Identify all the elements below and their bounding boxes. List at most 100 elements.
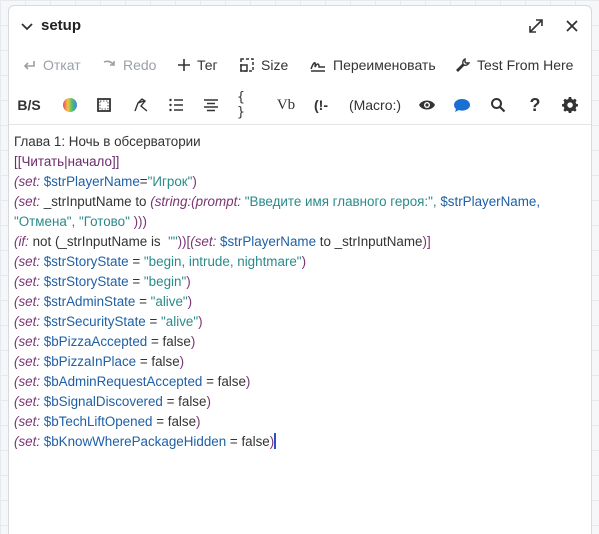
- expand-icon[interactable]: [527, 17, 545, 35]
- macro-name: (set:: [14, 434, 41, 449]
- find-replace-view-button[interactable]: [415, 92, 439, 118]
- border-icon: [97, 98, 111, 112]
- variable-name: $bPizzaAccepted: [43, 334, 148, 349]
- tag-label: Тег: [197, 57, 218, 73]
- gear-icon: [561, 96, 578, 113]
- variable-name: $bKnowWherePackageHidden: [43, 434, 227, 449]
- eye-icon: [419, 100, 435, 110]
- macro-close: ): [206, 394, 211, 409]
- close-icon[interactable]: [564, 18, 580, 34]
- macro-name: (if:: [14, 234, 29, 249]
- variable-name: $strStoryState: [43, 254, 129, 269]
- macro-close: ): [187, 294, 193, 309]
- string-literal: "alive": [161, 314, 199, 329]
- test-from-here-button[interactable]: Test From Here: [455, 50, 573, 80]
- dialog-titlebar: setup: [9, 6, 591, 46]
- help-button[interactable]: ?: [524, 92, 546, 118]
- code-text: _strInputName to: [43, 194, 147, 209]
- macro-name: (set:: [14, 394, 41, 409]
- macro-close: ): [190, 334, 196, 349]
- bold-strike-button[interactable]: B/S: [17, 92, 40, 118]
- editor-line: (set: $bPizzaInPlace = false): [14, 352, 585, 372]
- editor-line: (set: $bSignalDiscovered = false): [14, 392, 585, 412]
- passage-editor-dialog: setup Откат Redo Тег Size Переименовать: [8, 5, 592, 534]
- search-icon: [491, 98, 506, 113]
- size-button[interactable]: Size: [239, 50, 288, 80]
- passage-toolbar: Откат Redo Тег Size Переименовать Test F…: [9, 50, 591, 80]
- list-icon: [169, 98, 183, 112]
- operator: =: [139, 294, 147, 309]
- code-text: = false: [206, 374, 246, 389]
- comment-button[interactable]: [450, 92, 474, 118]
- variable-name: $strPlayerName,: [440, 194, 541, 209]
- macro-close: ): [196, 414, 201, 429]
- variable-name: $strSecurityState: [43, 314, 146, 329]
- editor-line: (set: $strAdminState = "alive"): [14, 292, 585, 312]
- macro-button[interactable]: (Macro:): [344, 92, 406, 118]
- editor-line: (set: $bKnowWherePackageHidden = false): [14, 432, 585, 452]
- macro-close: ): [186, 274, 191, 289]
- settings-button[interactable]: [558, 92, 582, 118]
- editor-line: (set: $strStoryState = "begin, intrude, …: [14, 252, 585, 272]
- list-button[interactable]: [165, 92, 187, 118]
- code-text: = false: [151, 334, 191, 349]
- chevron-down-icon[interactable]: [19, 18, 35, 34]
- string-literal: "Игрок": [147, 174, 193, 189]
- passage-text-editor[interactable]: Глава 1: Ночь в обсерватории [[Читать|на…: [14, 132, 585, 452]
- plus-icon: [178, 59, 190, 71]
- macro-name: (string:: [150, 194, 192, 209]
- macro-name: (set:: [190, 234, 217, 249]
- verbatim-button[interactable]: Vb: [274, 92, 298, 118]
- formatting-toolbar: B/S { } Vb (!- (Macro:) ?: [9, 90, 591, 120]
- string-literal: "begin": [143, 274, 187, 289]
- string-literal: "begin, intrude, nightmare": [143, 254, 302, 269]
- operator: =: [132, 254, 141, 269]
- editor-line: (set: $bAdminRequestAccepted = false): [14, 372, 585, 392]
- editor-line: (if: not (_strInputName is ""))[(set: $s…: [14, 232, 585, 252]
- size-label: Size: [261, 57, 289, 73]
- variable-name: $strAdminState: [43, 294, 136, 309]
- text-cursor: [274, 433, 277, 449]
- macro-close: )): [177, 234, 187, 249]
- code-text: = false: [166, 394, 207, 409]
- macro-name: (set:: [14, 294, 41, 309]
- undo-label: Откат: [43, 57, 81, 73]
- passage-link-text: [[Читать|начало]]: [14, 154, 120, 169]
- tag-button[interactable]: Тег: [177, 50, 218, 80]
- code-text: = false: [139, 354, 180, 369]
- variable-name: $bPizzaInPlace: [43, 354, 137, 369]
- comment-markup-button[interactable]: (!-: [309, 92, 333, 118]
- code-text: = false: [156, 414, 197, 429]
- undo-button[interactable]: Откат: [21, 50, 81, 80]
- search-button[interactable]: [486, 92, 510, 118]
- editor-divider: [9, 124, 591, 125]
- operator: =: [139, 174, 148, 189]
- variable-name: $strPlayerName: [43, 174, 140, 189]
- macro-name: (set:: [14, 314, 41, 329]
- redo-icon: [103, 60, 115, 66]
- align-button[interactable]: [200, 92, 222, 118]
- editor-line: "Отмена", "Готово" ))): [14, 212, 585, 232]
- comment-icon: [454, 99, 470, 112]
- editor-line: (set: $strStoryState = "begin"): [14, 272, 585, 292]
- redo-button[interactable]: Redo: [101, 50, 156, 80]
- editor-line: (set: $bPizzaAccepted = false): [14, 332, 585, 352]
- color-button[interactable]: [59, 92, 81, 118]
- size-icon: [240, 58, 254, 72]
- macro-close: ): [198, 314, 203, 329]
- transition-button[interactable]: [130, 92, 152, 118]
- hook-close: )]: [422, 234, 431, 249]
- string-literal: "": [168, 234, 178, 249]
- align-icon: [204, 99, 218, 112]
- code-button[interactable]: { }: [237, 90, 259, 120]
- variable-name: $bTechLiftOpened: [43, 414, 153, 429]
- border-button[interactable]: [93, 92, 115, 118]
- code-text: = false: [229, 434, 270, 449]
- code-text: to _strInputName: [319, 234, 423, 249]
- editor-line: (set: $strSecurityState = "alive"): [14, 312, 585, 332]
- macro-name: (set:: [14, 414, 41, 429]
- rename-button[interactable]: Переименовать: [309, 50, 436, 80]
- macro-name: (set:: [14, 334, 41, 349]
- chapter-heading-text: Глава 1: Ночь в обсерватории: [14, 134, 201, 149]
- macro-close: ): [179, 354, 185, 369]
